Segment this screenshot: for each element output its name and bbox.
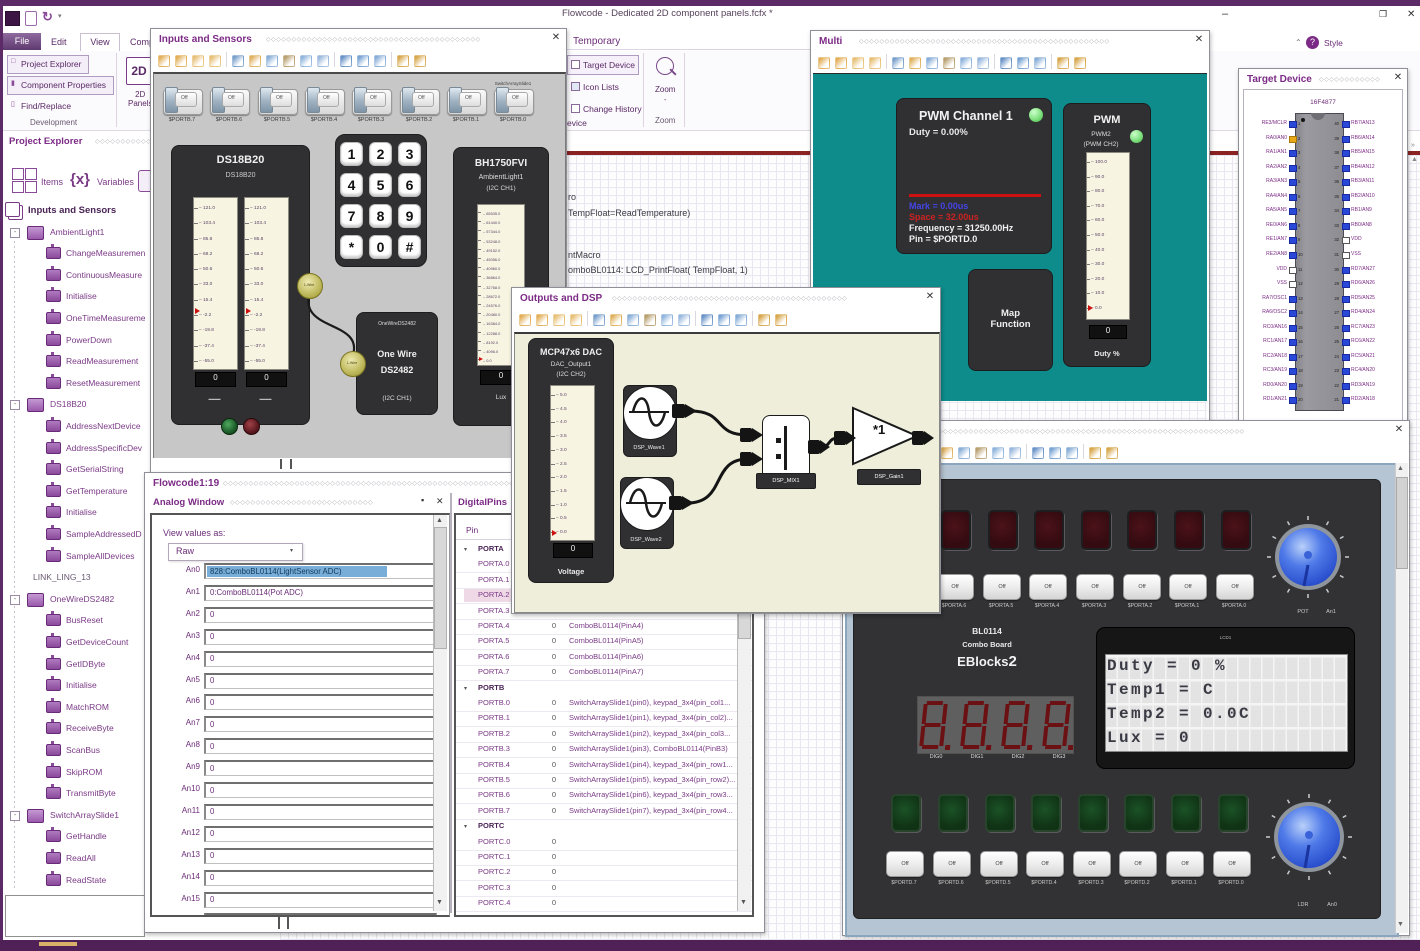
- svg-text:*1: *1: [873, 422, 885, 437]
